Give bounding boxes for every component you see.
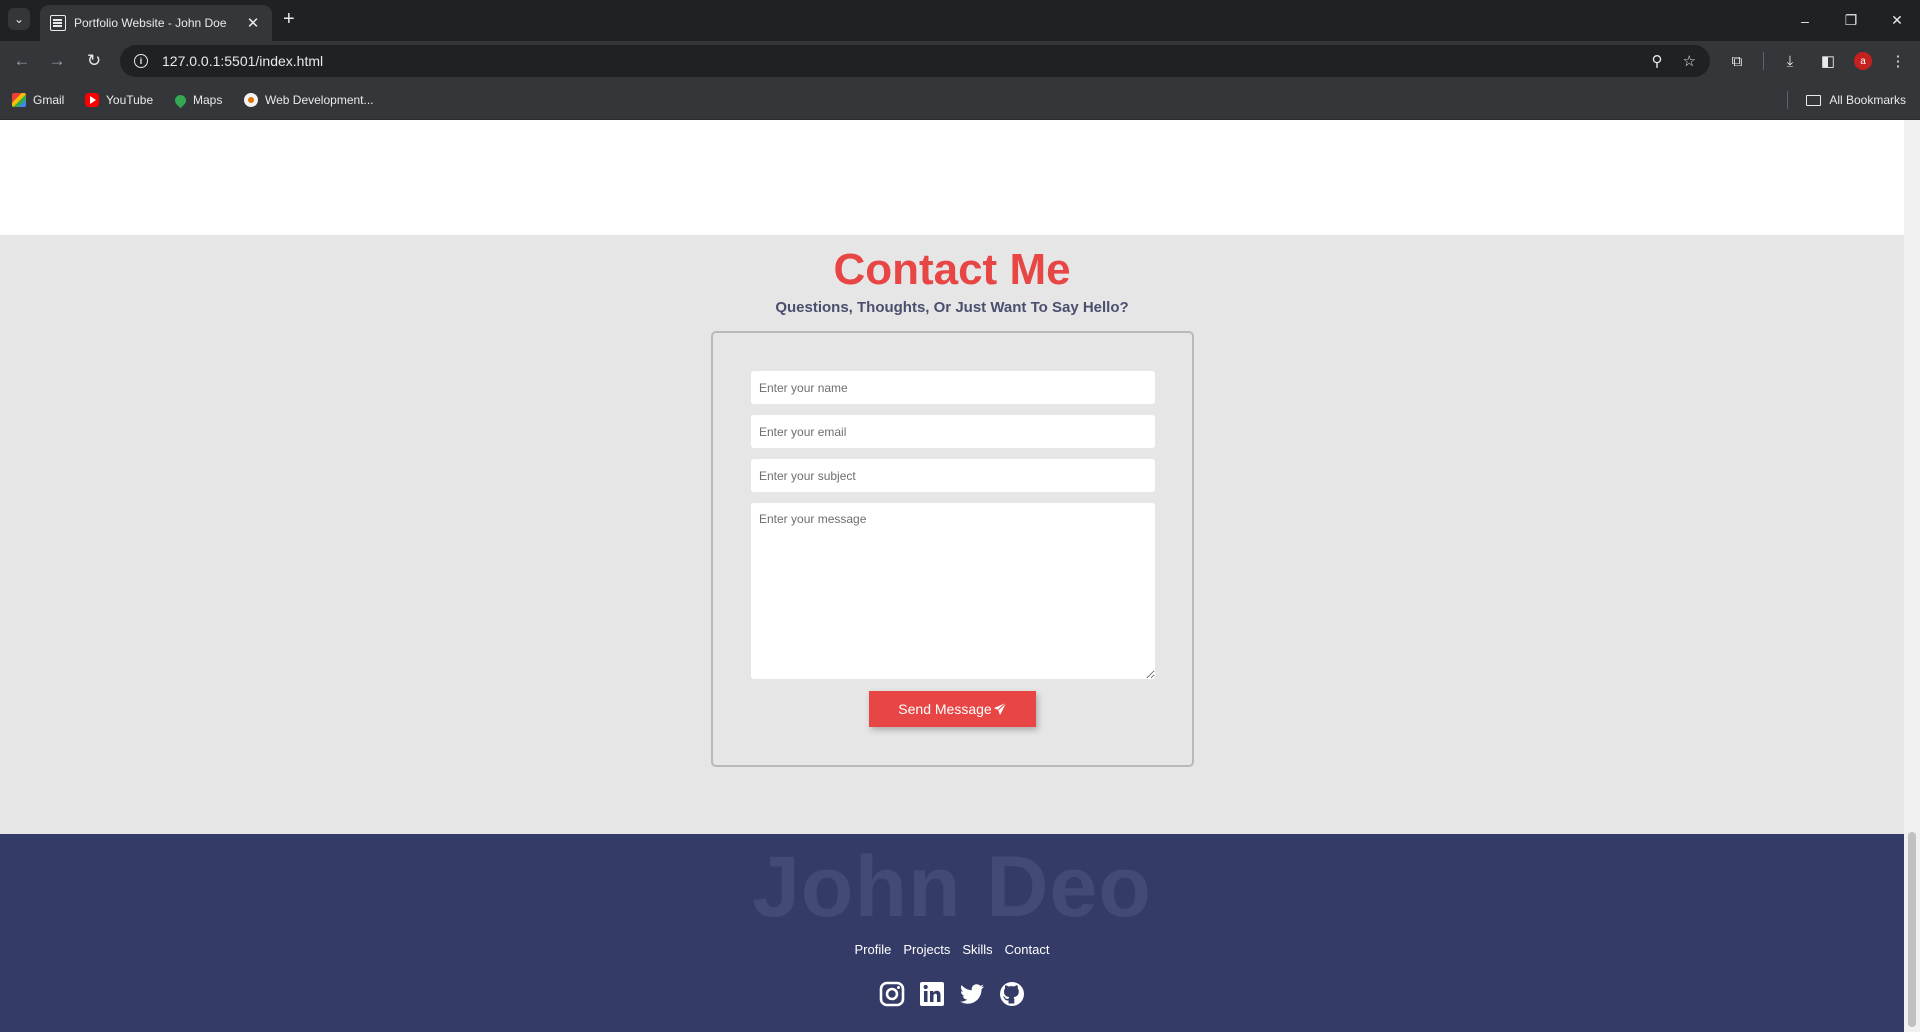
tab-title: Portfolio Website - John Doe	[74, 16, 227, 30]
bookmark-label: Maps	[193, 93, 223, 107]
youtube-icon	[85, 93, 99, 107]
close-window-button[interactable]: ✕	[1874, 0, 1920, 41]
github-icon[interactable]	[998, 980, 1026, 1008]
menu-icon[interactable]: ⋮	[1886, 49, 1910, 73]
footer-link-contact[interactable]: Contact	[1005, 942, 1050, 957]
twitter-icon[interactable]	[958, 980, 986, 1008]
profile-avatar[interactable]: a	[1854, 52, 1872, 70]
side-panel-icon[interactable]: ◧	[1816, 49, 1840, 73]
send-message-label: Send Message	[898, 701, 992, 717]
toolbar-actions: ⧉ ⤓ ◧ a ⋮	[1711, 49, 1910, 73]
all-bookmarks-button[interactable]: All Bookmarks	[1806, 93, 1906, 107]
minimize-button[interactable]: –	[1782, 0, 1828, 41]
footer: John Deo Profile Projects Skills Contact	[0, 834, 1904, 1032]
tab-search-button[interactable]: ⌄	[8, 8, 30, 30]
send-message-button[interactable]: Send Message	[869, 691, 1036, 727]
url-text[interactable]: 127.0.0.1:5501/index.html	[162, 53, 1632, 69]
bookmark-label: Gmail	[33, 93, 65, 107]
page-favicon-icon	[50, 15, 66, 31]
close-tab-icon[interactable]: ✕	[244, 14, 262, 32]
zoom-icon[interactable]: ⚲	[1652, 52, 1663, 70]
contact-title: Contact Me	[833, 245, 1071, 294]
contact-subtitle: Questions, Thoughts, Or Just Want To Say…	[775, 299, 1129, 316]
contact-section: Contact Me Questions, Thoughts, Or Just …	[0, 235, 1904, 834]
scrollbar-thumb[interactable]	[1908, 832, 1916, 1027]
linkedin-icon[interactable]	[918, 980, 946, 1008]
browser-toolbar: ← → ↻ i 127.0.0.1:5501/index.html ⚲ ☆ ⧉ …	[0, 41, 1920, 81]
address-bar[interactable]: i 127.0.0.1:5501/index.html ⚲ ☆	[120, 45, 1710, 77]
bookmark-label: YouTube	[106, 93, 154, 107]
tab-strip: ⌄ Portfolio Website - John Doe ✕ + – ❐ ✕	[0, 0, 1920, 41]
all-bookmarks-label: All Bookmarks	[1829, 93, 1906, 107]
bookmark-star-icon[interactable]: ☆	[1683, 52, 1696, 70]
gmail-icon	[12, 93, 26, 107]
contact-form: Send Message	[711, 331, 1194, 767]
folder-icon	[1806, 94, 1822, 106]
footer-nav: Profile Projects Skills Contact	[0, 942, 1904, 957]
bookmark-gmail[interactable]: Gmail	[12, 93, 64, 107]
footer-link-profile[interactable]: Profile	[855, 942, 892, 957]
subject-input[interactable]	[751, 459, 1155, 492]
email-input[interactable]	[751, 415, 1155, 448]
page-scrollbar[interactable]	[1904, 120, 1920, 1032]
extensions-icon[interactable]: ⧉	[1725, 49, 1749, 73]
reload-button[interactable]: ↻	[82, 49, 106, 73]
message-textarea[interactable]	[751, 503, 1155, 679]
web-development-icon	[244, 93, 258, 107]
previous-section	[0, 120, 1904, 235]
footer-link-projects[interactable]: Projects	[903, 942, 950, 957]
name-input[interactable]	[751, 371, 1155, 404]
bookmarks-bar: Gmail YouTube Maps Web Development... Al…	[0, 81, 1920, 120]
footer-brand: John Deo	[752, 839, 1152, 935]
paper-plane-icon	[993, 702, 1007, 716]
page-viewport: Contact Me Questions, Thoughts, Or Just …	[0, 120, 1904, 1032]
back-button[interactable]: ←	[10, 49, 34, 73]
forward-button[interactable]: →	[45, 49, 69, 73]
bookmark-youtube[interactable]: YouTube	[85, 93, 153, 107]
footer-social-links	[0, 980, 1904, 1008]
bookmarks-divider	[1787, 91, 1788, 109]
restore-button[interactable]: ❐	[1828, 0, 1874, 41]
bookmark-label: Web Development...	[265, 93, 374, 107]
bookmark-maps[interactable]: Maps	[172, 92, 223, 108]
new-tab-button[interactable]: +	[283, 9, 295, 29]
bookmark-web-development[interactable]: Web Development...	[244, 93, 374, 107]
window-controls: – ❐ ✕	[1782, 0, 1920, 41]
downloads-icon[interactable]: ⤓	[1778, 49, 1802, 73]
instagram-icon[interactable]	[878, 980, 906, 1008]
footer-link-skills[interactable]: Skills	[962, 942, 992, 957]
maps-icon	[172, 92, 189, 108]
toolbar-divider	[1763, 52, 1764, 70]
active-tab[interactable]: Portfolio Website - John Doe ✕	[40, 5, 272, 41]
site-info-icon[interactable]: i	[134, 54, 148, 68]
